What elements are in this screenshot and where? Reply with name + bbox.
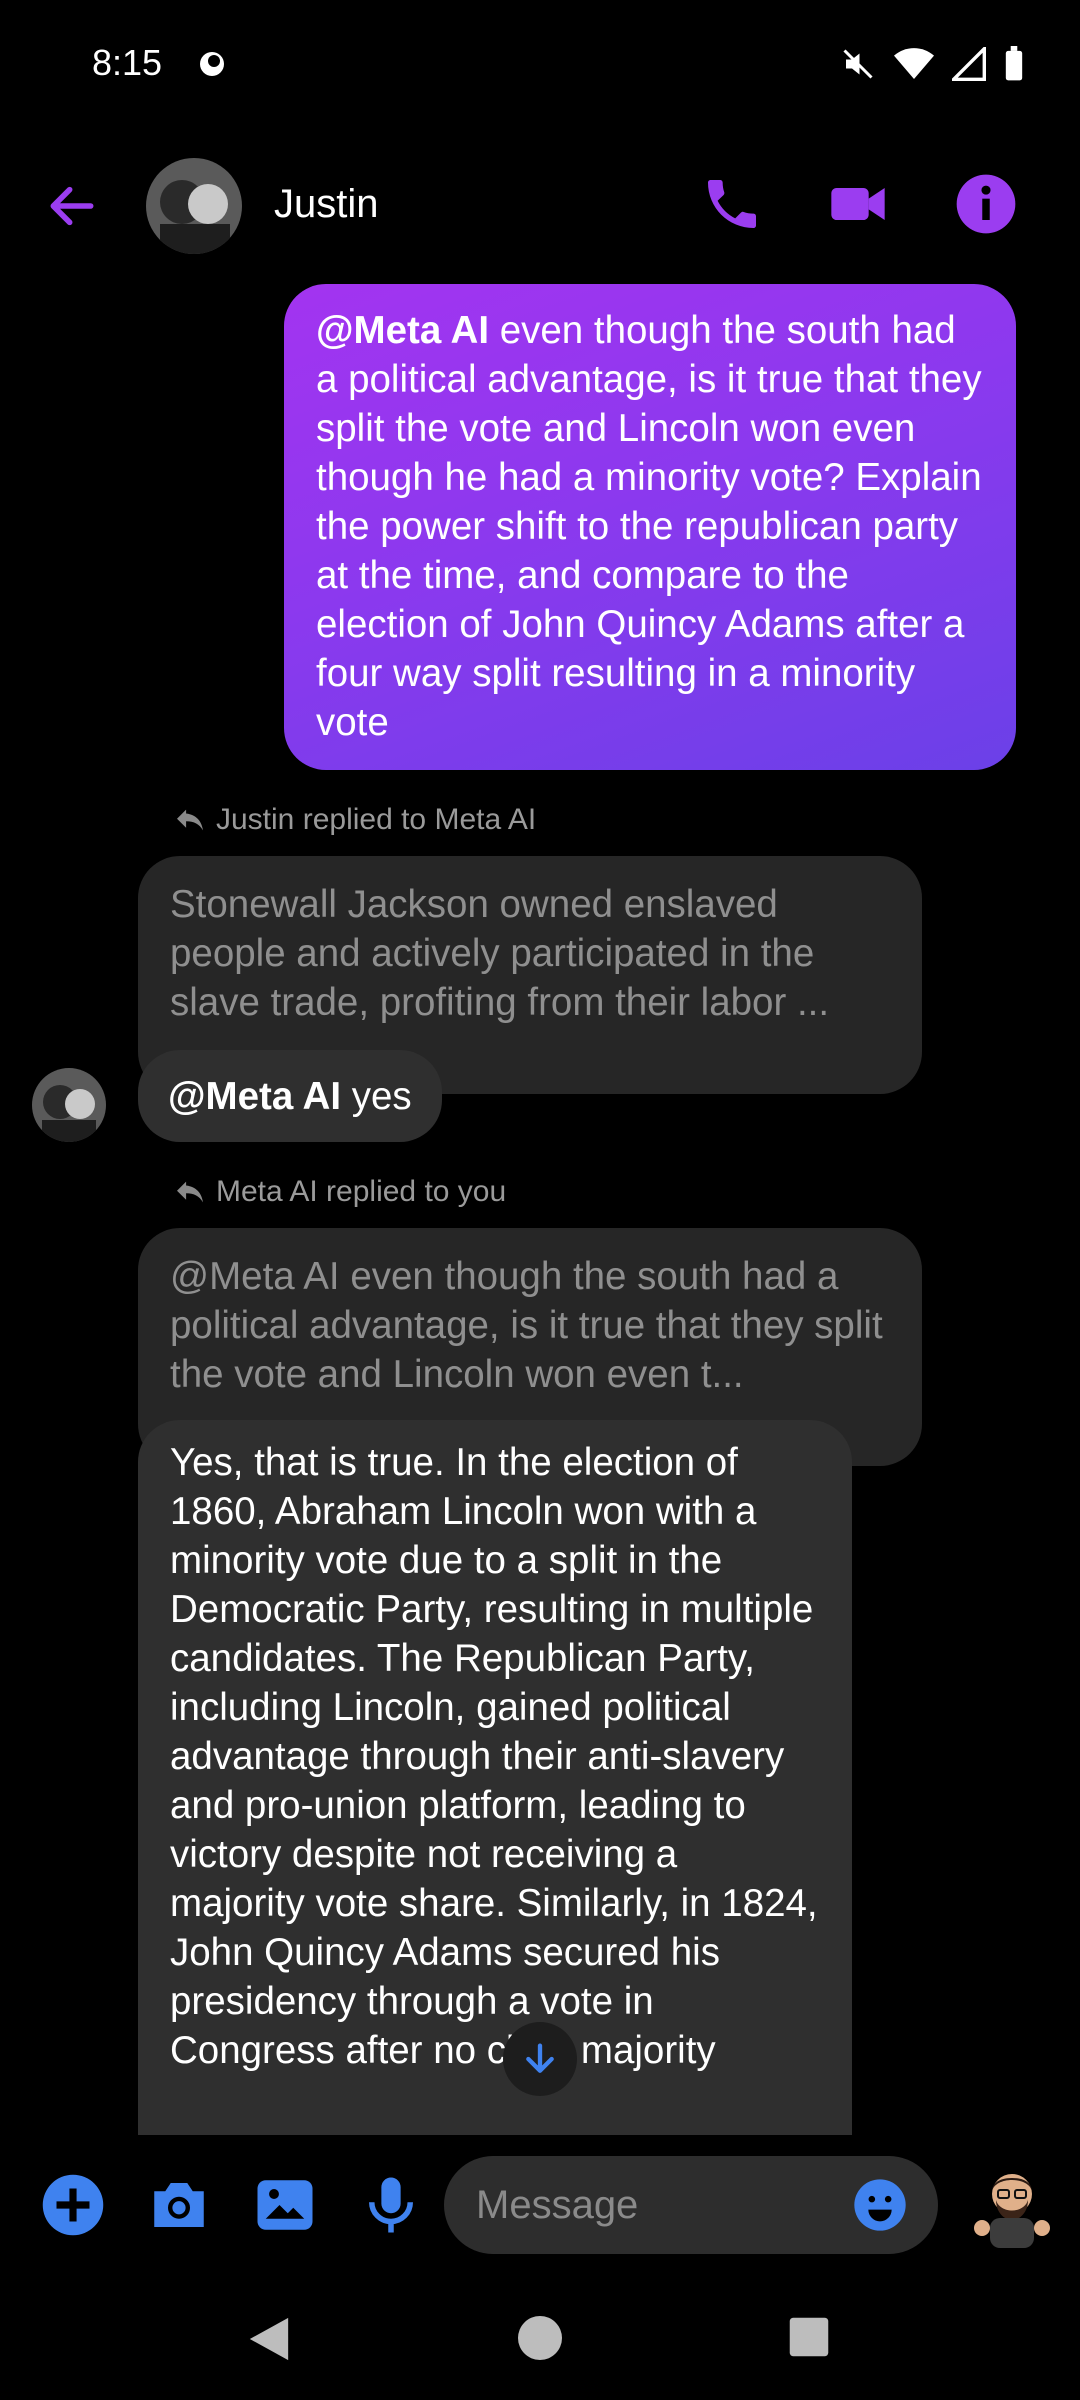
wifi-icon xyxy=(894,48,934,79)
emoji-icon[interactable] xyxy=(852,2177,908,2233)
reply-note-text: Justin replied to Meta AI xyxy=(216,803,537,836)
signal-icon xyxy=(952,47,986,81)
microphone-icon[interactable] xyxy=(358,2172,424,2238)
nav-home-icon[interactable] xyxy=(516,2314,564,2362)
gallery-icon[interactable] xyxy=(252,2172,318,2238)
reply-note: Justin replied to Meta AI xyxy=(174,803,536,837)
message-input[interactable] xyxy=(474,2181,838,2229)
mute-icon xyxy=(843,49,873,79)
incoming-message-bubble[interactable]: @Meta AI yes xyxy=(138,1050,442,1142)
mention: @Meta AI xyxy=(316,309,490,352)
reply-arrow-icon xyxy=(177,809,203,831)
phone-call-icon[interactable] xyxy=(700,172,764,236)
message-text: Yes, that is true. In the election of 18… xyxy=(170,1441,818,2072)
mention: @Meta AI xyxy=(168,1074,342,1118)
contact-avatar[interactable] xyxy=(146,158,242,254)
camera-icon[interactable] xyxy=(146,2172,212,2238)
info-icon[interactable] xyxy=(954,172,1018,236)
incoming-message-bubble[interactable]: Yes, that is true. In the election of 18… xyxy=(138,1420,852,2135)
sticker-avatar-icon[interactable] xyxy=(968,2162,1056,2250)
message-text: even though the south had a political ad… xyxy=(316,309,982,744)
reply-note: Meta AI replied to you xyxy=(174,1175,506,1209)
status-time: 8:15 xyxy=(92,42,163,83)
back-arrow-icon[interactable] xyxy=(44,178,100,234)
contact-name[interactable]: Justin xyxy=(274,182,379,227)
arrow-down-icon xyxy=(526,2043,554,2073)
nav-recents-icon[interactable] xyxy=(788,2316,830,2358)
status-icons xyxy=(840,44,1024,84)
reply-arrow-icon xyxy=(177,1181,203,1203)
reply-note-text: Meta AI replied to you xyxy=(216,1175,507,1208)
scroll-to-bottom-button[interactable] xyxy=(503,2022,577,2096)
notification-dot-icon xyxy=(200,52,224,76)
sender-avatar[interactable] xyxy=(32,1068,106,1142)
plus-icon[interactable] xyxy=(40,2172,106,2238)
nav-back-icon[interactable] xyxy=(246,2314,292,2364)
message-text: yes xyxy=(341,1074,412,1118)
message-field[interactable] xyxy=(444,2156,938,2254)
video-call-icon[interactable] xyxy=(826,172,890,236)
outgoing-message-bubble[interactable]: @Meta AI even though the south had a pol… xyxy=(284,284,1016,770)
battery-icon xyxy=(1005,46,1023,81)
